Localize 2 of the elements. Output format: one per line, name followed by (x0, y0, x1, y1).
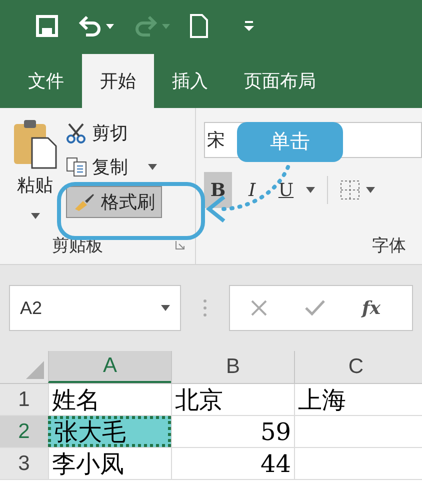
callout-tooltip: 单击 (237, 122, 343, 162)
group-label: 字体 (372, 234, 407, 256)
